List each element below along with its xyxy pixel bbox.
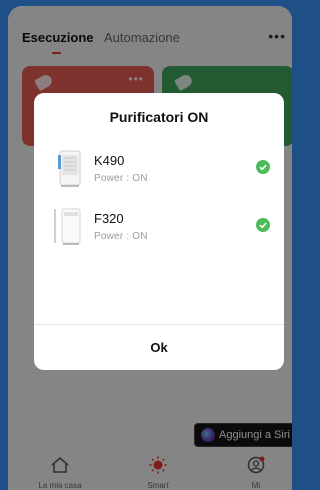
device-row[interactable]: K490 Power : ON [34,143,284,199]
air-purifier-icon [58,150,81,187]
device-row[interactable]: F320 Power : ON [34,201,284,257]
device-status: Power : ON [94,173,148,184]
check-icon[interactable] [256,160,270,174]
check-icon[interactable] [256,218,270,232]
air-purifier-icon [54,208,81,245]
device-name: K490 [94,153,125,168]
dialog: Purificatori ON K490 Power : ON F320 Pow… [34,93,284,370]
dialog-title: Purificatori ON [109,109,209,125]
device-name: F320 [94,211,124,226]
device-status: Power : ON [94,231,148,242]
ok-button[interactable]: Ok [34,325,284,370]
